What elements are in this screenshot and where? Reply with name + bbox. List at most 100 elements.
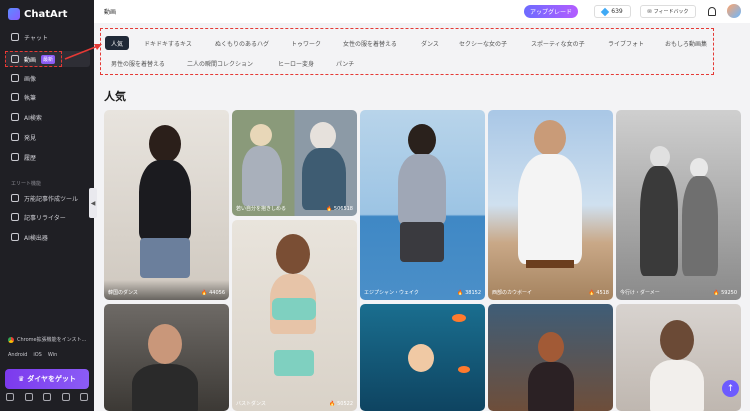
sidebar-item-history[interactable]: 履歴 bbox=[6, 149, 90, 165]
detector-icon bbox=[11, 233, 19, 241]
card-likes: 🔥 38152 bbox=[457, 290, 481, 296]
portrait-shape bbox=[640, 166, 678, 276]
platform-links: Android iOS Win bbox=[8, 352, 57, 358]
video-card[interactable] bbox=[488, 304, 613, 411]
sidebar-item-ai-detector[interactable]: AI検出器 bbox=[6, 229, 90, 245]
fish-shape bbox=[452, 314, 466, 322]
video-card[interactable] bbox=[104, 304, 229, 411]
likes-count: 50522 bbox=[337, 401, 353, 407]
portrait-shape bbox=[518, 154, 582, 264]
video-card[interactable]: バストダンス 🔥 50522 bbox=[232, 220, 357, 411]
chat-icon bbox=[11, 33, 19, 41]
elite-section-title: エリート機能 bbox=[11, 181, 42, 187]
sidebar-item-article-tool[interactable]: 万能記事作成ツール bbox=[6, 190, 90, 206]
category-tab-live-photo[interactable]: ライブフォト bbox=[608, 36, 644, 50]
video-card[interactable]: 西部のカウボーイ 🔥 4518 bbox=[488, 110, 613, 300]
card-caption: 若い自分を抱きしめる bbox=[236, 206, 287, 212]
avatar[interactable] bbox=[727, 4, 741, 18]
settings-icon[interactable] bbox=[80, 393, 88, 401]
home-icon[interactable] bbox=[6, 393, 14, 401]
upgrade-button[interactable]: アップグレード bbox=[524, 5, 578, 18]
card-likes: 🔥 44056 bbox=[201, 290, 225, 296]
platform-android[interactable]: Android bbox=[8, 352, 27, 358]
portrait-shape bbox=[690, 158, 708, 178]
card-caption: 韓国のダンス bbox=[108, 290, 138, 296]
category-tab-couple[interactable]: 二人の瞬間コレクション bbox=[187, 56, 253, 70]
card-likes: 🔥 50522 bbox=[329, 401, 353, 407]
portrait-shape bbox=[272, 298, 316, 320]
video-card[interactable]: 韓国のダンス 🔥 44056 bbox=[104, 110, 229, 300]
card-caption: エジプシャン・ウェイク bbox=[364, 290, 419, 296]
mobile-icon[interactable] bbox=[61, 393, 70, 401]
chrome-extension-link[interactable]: Chrome拡張機能をインスト... bbox=[8, 336, 86, 343]
bell-icon[interactable] bbox=[708, 7, 716, 16]
portrait-shape bbox=[310, 122, 336, 150]
likes-count: 59250 bbox=[721, 290, 737, 296]
portrait-shape bbox=[660, 320, 694, 360]
category-tab-twerk[interactable]: トゥワーク bbox=[291, 36, 321, 50]
sidebar-collapse-button[interactable]: ◀ bbox=[89, 188, 97, 218]
portrait-shape bbox=[302, 148, 346, 210]
diamond-icon bbox=[601, 7, 610, 16]
category-tab-woman-outfit[interactable]: 女性の服を着替える bbox=[343, 36, 397, 50]
sidebar-item-label: 執筆 bbox=[24, 94, 37, 102]
category-tab-hug[interactable]: ぬくもりのあるハグ bbox=[215, 36, 269, 50]
sidebar-item-image[interactable]: 画像 bbox=[6, 70, 90, 86]
mail-icon[interactable] bbox=[43, 393, 51, 401]
gem-count: 639 bbox=[611, 8, 623, 15]
category-tab-funny[interactable]: おもしろ動画集 bbox=[665, 36, 707, 50]
portrait-shape bbox=[408, 124, 436, 156]
platform-ios[interactable]: iOS bbox=[33, 352, 42, 358]
portrait-shape bbox=[276, 234, 310, 274]
likes-count: 506518 bbox=[333, 206, 353, 212]
category-tab-popular[interactable]: 人気 bbox=[105, 36, 130, 50]
category-tab-kiss[interactable]: ドキドキするキス bbox=[144, 36, 192, 50]
sidebar-item-label: 発見 bbox=[24, 134, 37, 142]
portrait-shape bbox=[148, 324, 182, 364]
category-tab-sexy-girl[interactable]: セクシーな女の子 bbox=[459, 36, 507, 50]
feedback-button[interactable]: ✉ フィードバック bbox=[640, 5, 696, 18]
card-likes: 🔥 506518 bbox=[326, 206, 353, 212]
gem-balance[interactable]: 639 bbox=[594, 5, 631, 18]
scroll-to-top-button[interactable]: ↑ bbox=[722, 380, 739, 397]
video-card[interactable]: エジプシャン・ウェイク 🔥 38152 bbox=[360, 110, 485, 300]
sidebar-item-label: 画像 bbox=[24, 75, 37, 83]
fish-shape bbox=[458, 366, 470, 373]
page-title: 動画 bbox=[104, 9, 117, 16]
portrait-shape bbox=[408, 344, 434, 372]
portrait-shape bbox=[528, 362, 574, 411]
portrait-shape bbox=[149, 125, 181, 163]
portrait-shape bbox=[682, 176, 718, 276]
sidebar-item-writing[interactable]: 執筆 bbox=[6, 89, 90, 105]
category-tab-sporty-girl[interactable]: スポーティな女の子 bbox=[531, 36, 585, 50]
sidebar-item-discover[interactable]: 発見 bbox=[6, 129, 90, 145]
video-card[interactable] bbox=[616, 304, 741, 411]
video-card[interactable] bbox=[360, 304, 485, 411]
platform-windows[interactable]: Win bbox=[48, 352, 57, 358]
sidebar-item-ai-search[interactable]: AI検索 bbox=[6, 109, 90, 125]
portrait-shape bbox=[538, 332, 564, 362]
portrait-shape bbox=[534, 120, 566, 156]
portrait-shape bbox=[274, 350, 314, 376]
video-card[interactable]: 若い自分を抱きしめる 🔥 506518 bbox=[232, 110, 357, 216]
chatart-logo-icon bbox=[8, 8, 20, 20]
card-likes: 🔥 59250 bbox=[713, 290, 737, 296]
portrait-shape bbox=[400, 222, 444, 262]
category-tab-man-outfit[interactable]: 男性の服を着替える bbox=[111, 56, 165, 70]
sidebar-item-label: AI検出器 bbox=[24, 234, 48, 242]
category-tab-punch[interactable]: パンチ bbox=[336, 56, 354, 70]
get-diamonds-button[interactable]: ♛ ダイヤをゲット bbox=[5, 369, 89, 389]
card-caption: 今行け・ダーメー bbox=[620, 290, 660, 296]
category-tab-dance[interactable]: ダンス bbox=[421, 36, 439, 50]
feedback-label: フィードバック bbox=[653, 9, 689, 15]
topbar: 動画 アップグレード 639 ✉ フィードバック bbox=[94, 0, 750, 23]
annotation-arrow bbox=[64, 44, 102, 60]
portrait-shape bbox=[250, 124, 272, 146]
mail-icon: ✉ bbox=[647, 8, 652, 15]
sidebar-item-rewriter[interactable]: 記事リライター bbox=[6, 209, 90, 225]
sidebar-item-label: チャット bbox=[24, 34, 48, 42]
video-card[interactable]: 今行け・ダーメー 🔥 59250 bbox=[616, 110, 741, 300]
app-logo[interactable]: ChatArt bbox=[8, 8, 67, 20]
gift-icon[interactable] bbox=[24, 393, 33, 401]
category-tab-hero[interactable]: ヒーロー変身 bbox=[278, 56, 314, 70]
